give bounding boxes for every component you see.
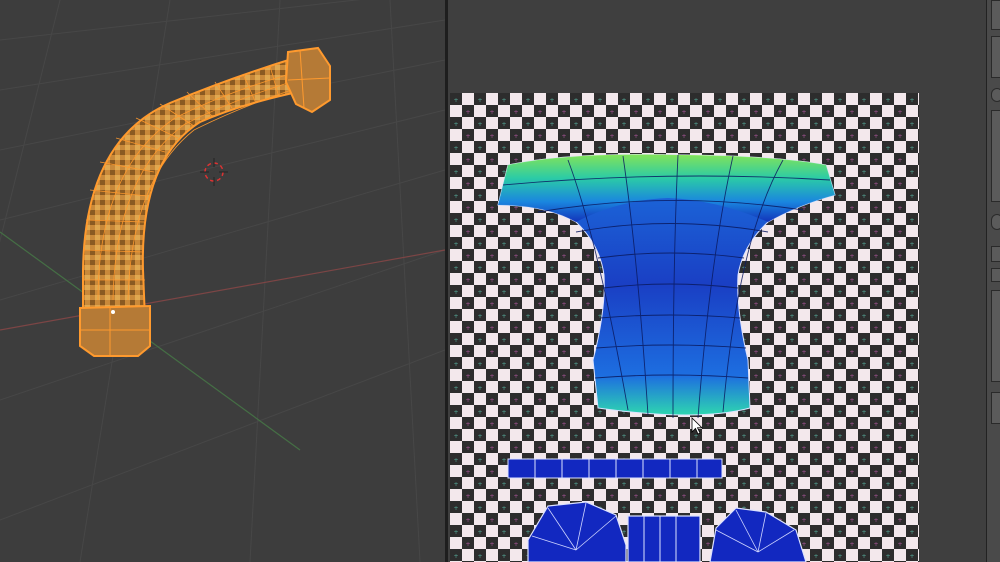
shelf-widget[interactable] [991,392,1000,424]
shelf-widget[interactable] [991,0,1000,30]
3d-cursor-icon[interactable] [200,158,228,186]
shelf-widget[interactable] [991,88,1000,102]
shelf-widget[interactable] [991,214,1000,230]
shelf-widget[interactable] [991,246,1000,262]
x-axis-line [0,249,445,331]
shelf-widget[interactable] [991,290,1000,382]
tool-shelf-strip[interactable] [986,0,1000,562]
shelf-widget[interactable] [991,36,1000,78]
uv-canvas[interactable]: + + [448,0,986,562]
3d-viewport[interactable] [0,0,445,562]
uv-image-editor[interactable]: + + [448,0,986,562]
uv-island-middle[interactable] [627,515,701,562]
shelf-widget[interactable] [991,110,1000,202]
shelf-widget[interactable] [991,268,1000,282]
pipe-mesh[interactable] [79,46,331,357]
viewport-canvas[interactable] [0,0,445,562]
uv-island-strip[interactable] [507,458,723,479]
